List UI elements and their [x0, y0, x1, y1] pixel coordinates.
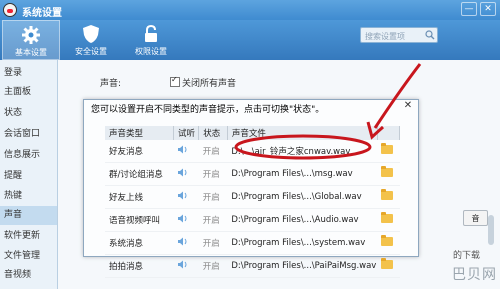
tab-basic-settings[interactable]: 基本设置 [2, 20, 60, 60]
window-title: 系统设置 [22, 8, 62, 19]
sound-type: 群/讨论组消息 [105, 162, 174, 186]
sidebar-item-file-management[interactable]: 文件管理 [0, 247, 57, 266]
speaker-icon[interactable] [173, 140, 199, 163]
folder-icon[interactable] [381, 189, 394, 200]
speaker-icon[interactable] [173, 162, 199, 186]
toolbar: 基本设置 安全设置 权限设置 搜索设置项 [0, 20, 500, 60]
sidebar-item-chat-window[interactable]: 会话窗口 [0, 125, 57, 144]
sound-type: 好友上线 [105, 185, 174, 209]
partial-right-text: 的下载 [453, 251, 481, 261]
sidebar-item-audio-video[interactable]: 音视频 [0, 266, 57, 285]
table-row[interactable]: 语音视频呼叫 开启 D:\Program Files\...\Audio.wav [105, 208, 400, 232]
dialog-close-button[interactable]: ✕ [403, 101, 413, 111]
sound-state[interactable]: 开启 [198, 162, 228, 186]
folder-icon[interactable] [381, 212, 394, 223]
sound-settings-dialog: 您可以设置开启不同类型的声音提示，点击可切换"状态"。 ✕ 声音类型 试听 状态… [83, 99, 419, 278]
tab-label: 基本设置 [15, 48, 47, 57]
sidebar-item-login[interactable]: 登录 [0, 64, 57, 83]
column-header: 状态 [198, 126, 228, 140]
table-row[interactable]: 群/讨论组消息 开启 D:\Program Files\...\msg.wav [105, 162, 400, 186]
minimize-button[interactable]: — [461, 2, 477, 16]
sidebar: 登录 主面板 状态 会话窗口 信息展示 提醒 热键 声音 软件更新 文件管理 音… [0, 60, 58, 289]
title-bar: 系统设置 — ✕ [0, 0, 500, 20]
sidebar-item-sound[interactable]: 声音 [0, 206, 57, 225]
sound-type: 好友消息 [105, 140, 174, 163]
folder-icon[interactable] [381, 143, 394, 154]
tab-permission-settings[interactable]: 权限设置 [122, 20, 180, 60]
sidebar-item-main-panel[interactable]: 主面板 [0, 83, 57, 102]
sound-file: D:\Program Files\...\PaiPaiMsg.wav [227, 254, 378, 278]
sound-file: D:\Program Files\...\Audio.wav [227, 208, 378, 232]
settings-button[interactable]: 音 [463, 210, 488, 226]
sidebar-item-software-update[interactable]: 软件更新 [0, 227, 57, 246]
sound-type: 拍拍消息 [105, 254, 174, 278]
sidebar-item-status[interactable]: 状态 [0, 104, 57, 123]
mute-all-label: 关闭所有声音 [182, 79, 237, 89]
sound-table: 声音类型 试听 状态 声音文件 好友消息 开启 D:\...\air_铃声之家c… [105, 126, 401, 278]
table-row[interactable]: 好友消息 开启 D:\...\air_铃声之家cnwav.wav [105, 140, 400, 163]
sound-file: D:\...\air_铃声之家cnwav.wav [227, 140, 378, 163]
lock-icon [145, 24, 157, 42]
search-icon[interactable] [425, 30, 435, 40]
sound-type: 系统消息 [105, 231, 174, 255]
tab-label: 安全设置 [75, 47, 107, 56]
sound-state[interactable]: 开启 [198, 231, 228, 255]
column-header: 声音文件 [227, 126, 378, 140]
watermark-text: 巴贝网 [452, 267, 497, 283]
folder-icon[interactable] [381, 166, 394, 177]
tab-security-settings[interactable]: 安全设置 [62, 20, 120, 60]
mute-all-checkbox[interactable]: 关闭所有声音 [170, 75, 237, 89]
table-header: 声音类型 试听 状态 声音文件 [105, 126, 401, 140]
sound-file: D:\Program Files\...\system.wav [227, 231, 378, 255]
sound-file: D:\Program Files\...\msg.wav [227, 162, 378, 186]
sound-state[interactable]: 开启 [198, 185, 228, 209]
scrollbar[interactable] [488, 215, 494, 245]
table-row[interactable]: 拍拍消息 开启 D:\Program Files\...\PaiPaiMsg.w… [105, 254, 400, 278]
dialog-title: 您可以设置开启不同类型的声音提示，点击可切换"状态"。 [91, 105, 325, 115]
sound-type: 语音视频呼叫 [105, 208, 174, 232]
sidebar-item-reminder[interactable]: 提醒 [0, 167, 57, 186]
sound-section-label: 声音: [100, 79, 122, 89]
sidebar-item-info-display[interactable]: 信息展示 [0, 146, 57, 165]
speaker-icon[interactable] [173, 254, 199, 278]
checkbox-icon [170, 75, 180, 87]
speaker-icon[interactable] [173, 208, 199, 232]
tab-label: 权限设置 [135, 47, 167, 56]
close-button[interactable]: ✕ [480, 2, 496, 16]
sound-state[interactable]: 开启 [198, 208, 228, 232]
column-header [377, 126, 401, 140]
shield-icon [83, 25, 99, 43]
app-logo-icon [3, 3, 17, 17]
sound-file: D:\Program Files\...\Global.wav [227, 185, 378, 209]
column-header: 试听 [173, 126, 200, 140]
table-row[interactable]: 好友上线 开启 D:\Program Files\...\Global.wav [105, 185, 400, 209]
sound-state[interactable]: 开启 [198, 254, 228, 278]
folder-icon[interactable] [381, 258, 394, 269]
sidebar-item-hotkeys[interactable]: 热键 [0, 187, 57, 206]
table-row[interactable]: 系统消息 开启 D:\Program Files\...\system.wav [105, 231, 400, 255]
gear-icon [22, 26, 40, 44]
search-placeholder: 搜索设置项 [365, 32, 405, 41]
search-input[interactable]: 搜索设置项 [360, 27, 438, 43]
folder-icon[interactable] [381, 235, 394, 246]
column-header: 声音类型 [105, 126, 174, 140]
sound-state[interactable]: 开启 [198, 140, 228, 163]
speaker-icon[interactable] [173, 185, 199, 209]
speaker-icon[interactable] [173, 231, 199, 255]
